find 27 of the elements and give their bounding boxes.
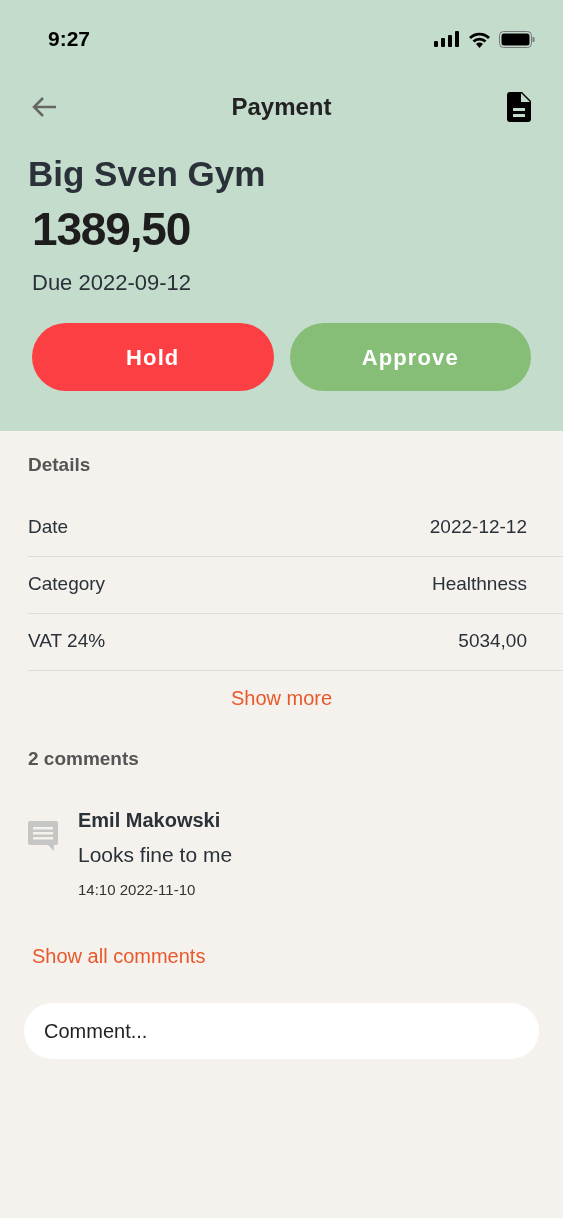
detail-value: Healthness bbox=[431, 572, 527, 597]
due-date: Due 2022-09-12 bbox=[31, 269, 192, 297]
battery-icon bbox=[499, 30, 535, 48]
comment-input[interactable]: Comment... bbox=[24, 1003, 539, 1059]
section-heading: 2 comments bbox=[28, 746, 140, 771]
wifi-icon bbox=[468, 30, 491, 48]
comment-time: 14:10 2022-11-10 bbox=[78, 879, 197, 900]
detail-value: 2022-12-12 bbox=[429, 515, 527, 540]
show-more-link[interactable]: Show more bbox=[230, 682, 333, 713]
signal-icon bbox=[434, 31, 460, 47]
show-all-comments-link[interactable]: Show all comments bbox=[28, 941, 206, 971]
section-heading: Details bbox=[28, 453, 92, 477]
document-icon bbox=[507, 92, 531, 122]
payee-name: Big Sven Gym bbox=[28, 153, 267, 195]
payment-amount: 1389,50 bbox=[31, 201, 192, 257]
comment-icon bbox=[28, 821, 58, 851]
detail-value: 5034,00 bbox=[458, 629, 527, 654]
detail-label: VAT 24% bbox=[28, 629, 106, 654]
status-time: 9:27 bbox=[48, 26, 91, 53]
detail-label: Date bbox=[28, 515, 69, 540]
page-title: Payment bbox=[231, 92, 332, 122]
action-button[interactable]: Approve bbox=[289, 323, 531, 391]
detail-label: Category bbox=[28, 572, 106, 597]
back-arrow-icon bbox=[31, 96, 57, 118]
action-button[interactable]: Hold bbox=[32, 323, 274, 391]
comment-text: Looks fine to me bbox=[78, 842, 233, 868]
comment-author: Emil Makowski bbox=[78, 808, 222, 833]
